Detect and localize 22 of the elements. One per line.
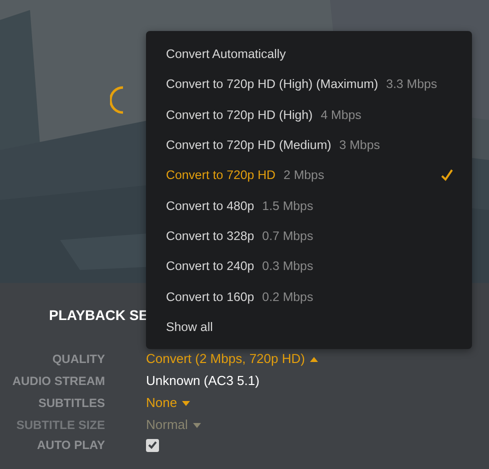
menu-item[interactable]: Convert to 720p HD (High) 4 Mbps — [146, 100, 472, 130]
menu-item[interactable]: Convert to 720p HD (High) (Maximum) 3.3 Mbps — [146, 69, 472, 100]
setting-label: AUDIO STREAM — [12, 374, 105, 388]
menu-item[interactable]: Convert to 720p HD (Medium) 3 Mbps — [146, 130, 472, 160]
menu-item[interactable]: Show all — [146, 312, 472, 342]
menu-item[interactable]: Convert to 480p 1.5 Mbps — [146, 190, 472, 221]
setting-label: QUALITY — [52, 352, 105, 366]
menu-item[interactable]: Convert to 160p 0.2 Mbps — [146, 281, 472, 312]
dropdown[interactable]: None — [146, 394, 190, 412]
setting-label: AUTO PLAY — [36, 438, 105, 452]
check-icon — [440, 168, 454, 182]
dropdown[interactable]: Convert (2 Mbps, 720p HD) — [146, 350, 318, 368]
menu-item[interactable]: Convert to 328p 0.7 Mbps — [146, 220, 472, 252]
menu-item[interactable]: Convert Automatically — [146, 39, 472, 70]
setting-label: SUBTITLES — [38, 396, 105, 410]
caret-icon — [182, 400, 190, 406]
menu-item[interactable]: Convert to 240p 0.3 Mbps — [146, 251, 472, 282]
caret-icon — [192, 422, 201, 428]
caret-icon — [310, 356, 318, 362]
checkbox[interactable] — [146, 438, 159, 452]
setting-value: Unknown (AC3 5.1) — [146, 372, 260, 390]
menu-item[interactable]: Convert to 720p HD 2 Mbps — [146, 160, 472, 190]
